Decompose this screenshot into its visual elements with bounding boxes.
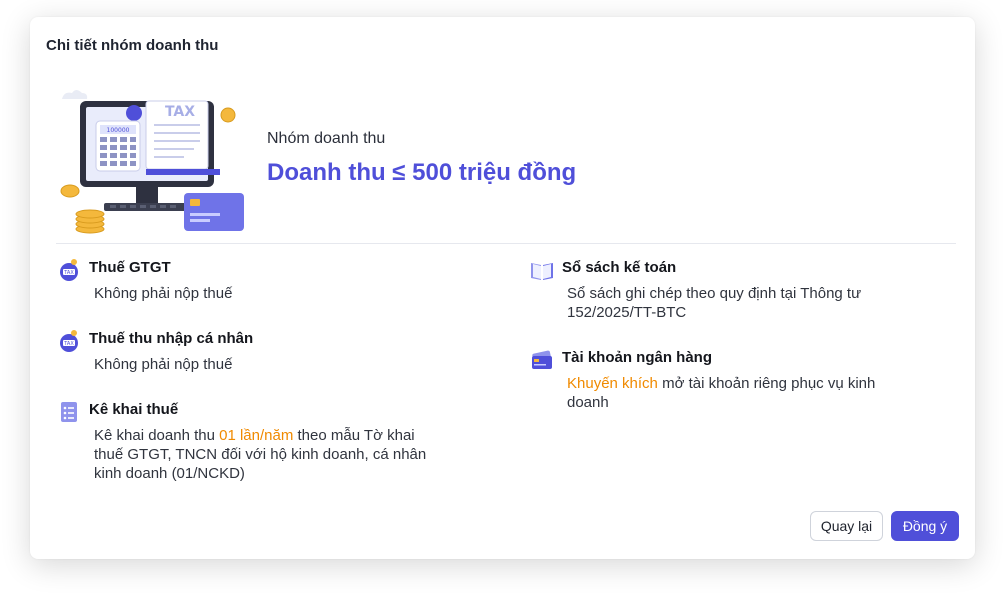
- revenue-group-dialog: Chi tiết nhóm doanh thu 100000 TAX Nhóm …: [30, 17, 975, 559]
- vat-title: Thuế GTGT: [89, 259, 171, 276]
- tax-piggy-icon: TAX: [60, 330, 78, 352]
- bank-account-line-2: doanh: [567, 394, 609, 411]
- vat-desc: Không phải nộp thuế: [94, 285, 233, 302]
- tax-declaration-line-2: thuế GTGT, TNCN đối với hộ kinh doanh, c…: [94, 446, 427, 463]
- bank-account-title: Tài khoản ngân hàng: [562, 349, 713, 366]
- tax-piggy-icon: TAX: [60, 259, 78, 281]
- checklist-icon: [61, 402, 77, 422]
- pit-desc: Không phải nộp thuế: [94, 356, 233, 373]
- vat-item: TAX Thuế GTGT Không phải nộp thuế: [57, 258, 477, 308]
- tax-declaration-title: Kê khai thuế: [89, 401, 179, 418]
- bookkeeping-title: Sổ sách kế toán: [562, 259, 677, 276]
- revenue-group-label: Nhóm doanh thu: [267, 130, 386, 147]
- recommend-highlight: Khuyến khích: [567, 375, 658, 392]
- tax-computer-illustration: 100000 TAX: [60, 90, 244, 234]
- desc-text: mở tài khoản riêng phục vụ kinh: [657, 375, 876, 392]
- svg-text:TAX: TAX: [63, 341, 74, 347]
- confirm-button[interactable]: Đồng ý: [891, 511, 959, 541]
- bookkeeping-item: Sổ sách kế toán Sổ sách ghi chép theo qu…: [530, 258, 950, 328]
- divider: [56, 243, 956, 244]
- bookkeeping-line-2: 152/2025/TT-BTC: [567, 304, 687, 321]
- ledger-book-icon: [531, 263, 553, 280]
- calculator-display: 100000: [107, 127, 130, 134]
- tax-declaration-line-1: Kê khai doanh thu 01 lần/năm theo mẫu Tờ…: [94, 426, 426, 445]
- tax-declaration-line-3: kinh doanh (01/NCKD): [94, 465, 245, 482]
- bank-account-desc: Khuyến khích mở tài khoản riêng phục vụ …: [567, 374, 875, 412]
- tax-declaration-desc: Kê khai doanh thu 01 lần/năm theo mẫu Tờ…: [94, 426, 426, 483]
- pit-item: TAX Thuế thu nhập cá nhân Không phải nộp…: [57, 329, 477, 379]
- pit-title: Thuế thu nhập cá nhân: [89, 330, 254, 347]
- bank-card-icon: [532, 350, 552, 369]
- bookkeeping-desc: Sổ sách ghi chép theo quy định tại Thông…: [567, 284, 861, 322]
- desc-text: Kê khai doanh thu: [94, 427, 220, 444]
- desc-text: theo mẫu Tờ khai: [293, 427, 415, 444]
- bank-account-line-1: Khuyến khích mở tài khoản riêng phục vụ …: [567, 374, 875, 393]
- tax-label: TAX: [165, 104, 195, 120]
- tax-declaration-item: Kê khai thuế Kê khai doanh thu 01 lần/nă…: [57, 400, 497, 490]
- svg-text:TAX: TAX: [63, 270, 74, 276]
- frequency-highlight: 01 lần/năm: [219, 427, 294, 444]
- bookkeeping-line-1: Sổ sách ghi chép theo quy định tại Thông…: [567, 285, 862, 302]
- back-button[interactable]: Quay lại: [810, 511, 883, 541]
- revenue-group-value: Doanh thu ≤ 500 triệu đồng: [267, 159, 577, 186]
- dialog-title: Chi tiết nhóm doanh thu: [46, 37, 219, 54]
- bank-account-item: Tài khoản ngân hàng Khuyến khích mở tài …: [530, 348, 950, 418]
